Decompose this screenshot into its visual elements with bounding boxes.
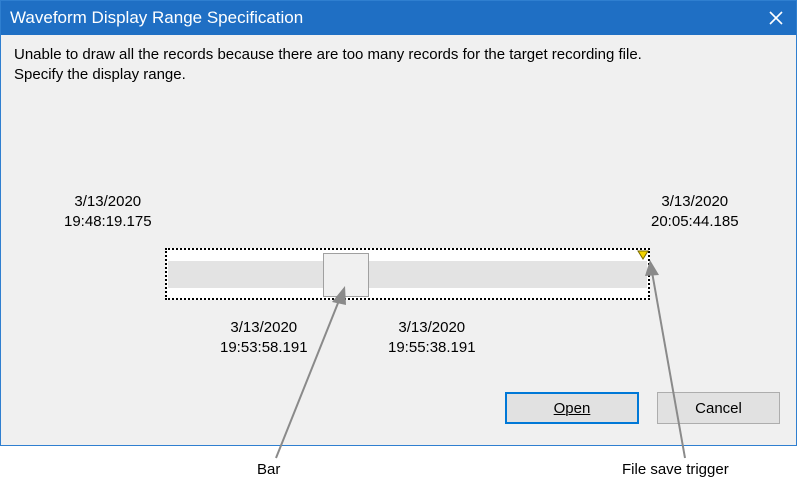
trigger-callout-arrowhead <box>645 260 659 276</box>
bar-annotation: Bar <box>257 461 281 478</box>
trigger-callout-line <box>651 271 686 459</box>
bar-callout-line <box>275 297 341 459</box>
annotation-arrows <box>275 260 686 459</box>
bar-callout-arrowhead <box>332 286 346 305</box>
file-save-trigger-annotation: File save trigger <box>622 461 729 478</box>
